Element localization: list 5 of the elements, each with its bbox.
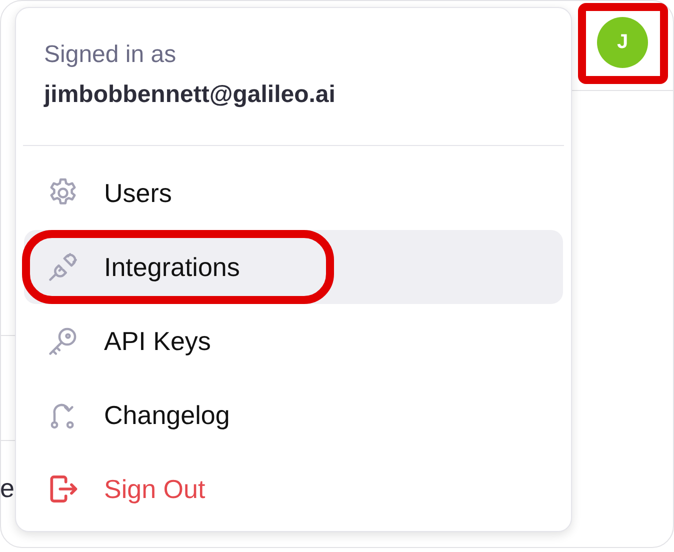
page-text: e <box>0 473 14 504</box>
menu-item[interactable]: Integrations <box>24 230 563 304</box>
signed-in-label: Signed in as <box>44 41 176 69</box>
plug-icon <box>46 250 80 284</box>
user-email: jimbobbennett@galileo.ai <box>44 81 336 109</box>
